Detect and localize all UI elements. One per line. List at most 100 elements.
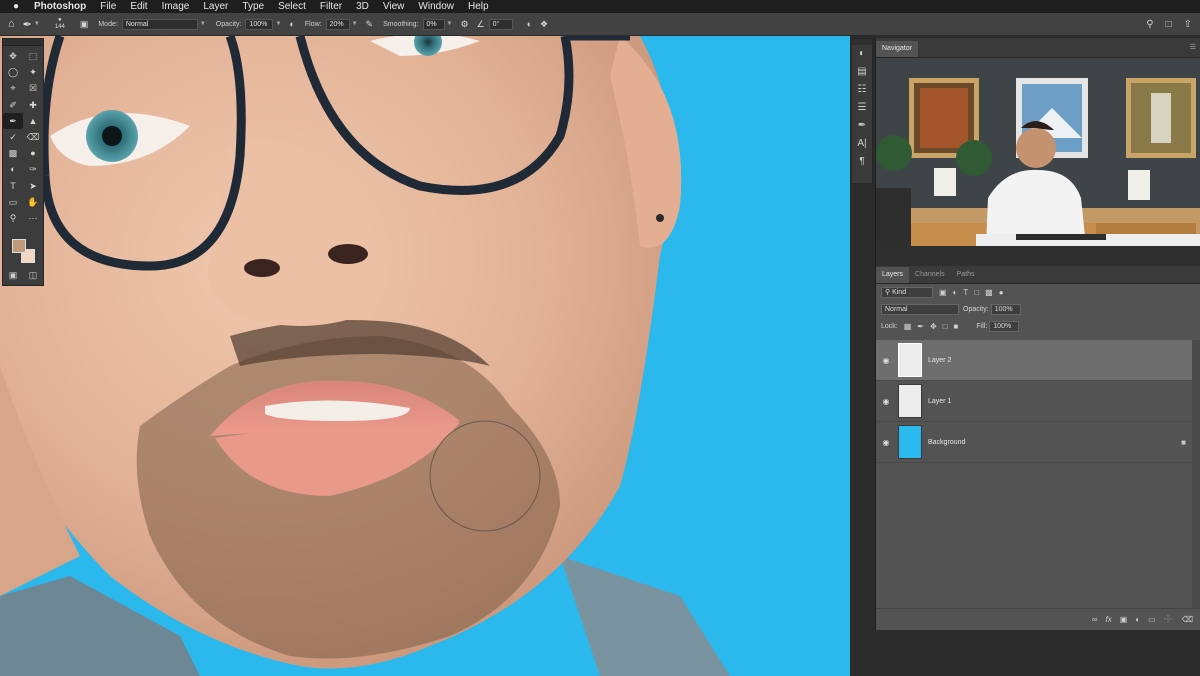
filter-smart-object-icon[interactable]: ▩ — [985, 288, 993, 297]
smoothing-field[interactable]: 0% — [422, 18, 445, 30]
menu-help[interactable]: Help — [468, 1, 489, 12]
paragraph-panel-icon[interactable]: ¶ — [852, 153, 872, 171]
lock-transparent-icon[interactable]: ▦ — [904, 322, 912, 331]
menu-select[interactable]: Select — [278, 1, 306, 12]
filter-kind-select[interactable]: ⚲ Kind — [881, 287, 933, 298]
new-layer-icon[interactable]: ➕ — [1164, 615, 1174, 624]
blend-mode-select[interactable]: Normal — [881, 304, 959, 315]
trash-icon[interactable]: ⌫ — [1182, 615, 1193, 624]
screen-mode-icon[interactable]: ◫ — [29, 270, 38, 281]
clone-stamp-tool-icon[interactable]: ▲ — [23, 113, 43, 129]
brush-tool-icon[interactable]: ✒ — [3, 112, 23, 129]
lock-image-icon[interactable]: ✒ — [917, 322, 924, 331]
quick-mask-icon[interactable]: ▣ — [9, 270, 18, 281]
menu-image[interactable]: Image — [162, 1, 190, 12]
visibility-eye-icon[interactable]: ◉ — [876, 397, 896, 406]
history-brush-tool-icon[interactable]: ✓ — [3, 129, 23, 145]
layer-row-background[interactable]: ◉ Background ■ — [876, 422, 1192, 463]
opacity-field[interactable]: 100% — [245, 18, 274, 30]
visibility-eye-icon[interactable]: ◉ — [876, 356, 896, 365]
gear-icon[interactable]: ⚙ — [460, 19, 468, 30]
layer-style-icon[interactable]: fx — [1106, 615, 1112, 624]
adjustments-panel-icon[interactable]: ☷ — [852, 81, 872, 99]
magic-wand-tool-icon[interactable]: ✦ — [23, 64, 43, 80]
chevron-down-icon[interactable]: ▼ — [34, 21, 40, 27]
new-group-icon[interactable]: ▭ — [1148, 615, 1156, 624]
filter-shape-icon[interactable]: □ — [974, 288, 979, 297]
brush-tool-icon[interactable]: ✒ — [23, 18, 32, 31]
adjustment-layer-icon[interactable]: ◐ — [1135, 615, 1140, 624]
rectangle-tool-icon[interactable]: ▭ — [3, 194, 23, 210]
search-icon[interactable]: ⚲ — [1146, 19, 1153, 30]
menu-filter[interactable]: Filter — [320, 1, 342, 12]
layer-mask-icon[interactable]: ▣ — [1120, 615, 1128, 624]
pressure-size-icon[interactable]: ◐ — [527, 19, 532, 29]
menu-window[interactable]: Window — [418, 1, 454, 12]
frame-tool-icon[interactable]: ☒ — [23, 80, 43, 96]
menu-type[interactable]: Type — [242, 1, 264, 12]
menu-3d[interactable]: 3D — [356, 1, 369, 12]
brush-panel-icon[interactable]: ✒ — [852, 117, 872, 135]
layer-row-layer-2[interactable]: ◉ Layer 2 — [876, 340, 1192, 381]
filter-pixel-icon[interactable]: ▣ — [939, 288, 947, 297]
more-tools-icon[interactable]: ⋯ — [23, 210, 43, 226]
foreground-color-swatch[interactable] — [12, 239, 26, 253]
flow-field[interactable]: 20% — [325, 18, 350, 30]
airbrush-icon[interactable]: ✎ — [366, 19, 374, 30]
color-panel-icon[interactable]: ◐ — [852, 45, 872, 63]
lock-all-icon[interactable]: ■ — [954, 322, 959, 331]
brush-preset-picker[interactable]: ● 144 — [48, 17, 72, 31]
path-selection-tool-icon[interactable]: ➤ — [23, 178, 43, 194]
menu-layer[interactable]: Layer — [203, 1, 228, 12]
type-tool-icon[interactable]: T — [3, 178, 23, 194]
chevron-down-icon[interactable]: ▼ — [275, 21, 281, 27]
fill-field[interactable]: 100% — [989, 321, 1020, 332]
blur-tool-icon[interactable]: ● — [23, 145, 43, 161]
pen-tool-icon[interactable]: ✑ — [23, 161, 43, 177]
layer-row-layer-1[interactable]: ◉ Layer 1 — [876, 381, 1192, 422]
dodge-tool-icon[interactable]: ◐ — [3, 161, 23, 177]
chevron-down-icon[interactable]: ▼ — [447, 21, 453, 27]
filter-toggle-icon[interactable]: ● — [999, 288, 1004, 297]
gradient-tool-icon[interactable]: ▩ — [3, 145, 23, 161]
symmetry-icon[interactable]: ❖ — [540, 19, 548, 30]
layers-scrollbar[interactable] — [1192, 340, 1200, 630]
angle-field[interactable]: 0° — [488, 18, 513, 30]
document-canvas[interactable] — [0, 36, 850, 676]
lock-position-icon[interactable]: ✥ — [930, 322, 937, 331]
lasso-tool-icon[interactable]: ◯ — [3, 64, 23, 80]
filter-adjustment-icon[interactable]: ◐ — [953, 288, 958, 297]
tab-navigator[interactable]: Navigator — [876, 41, 918, 57]
visibility-eye-icon[interactable]: ◉ — [876, 438, 896, 447]
tools-panel-grip[interactable] — [3, 39, 43, 46]
healing-brush-tool-icon[interactable]: ✚ — [23, 97, 43, 113]
link-layers-icon[interactable]: ∞ — [1092, 615, 1098, 624]
home-icon[interactable]: ⌂ — [8, 18, 15, 30]
apple-icon[interactable]: ● — [10, 1, 22, 12]
navigator-preview[interactable] — [876, 58, 1200, 246]
workspace-icon[interactable]: □ — [1166, 19, 1172, 30]
lock-artboard-icon[interactable]: □ — [943, 322, 948, 331]
move-tool-icon[interactable]: ✥ — [3, 48, 23, 64]
character-panel-icon[interactable]: A| — [852, 135, 872, 153]
eyedropper-tool-icon[interactable]: ✐ — [3, 97, 23, 113]
brush-settings-icon[interactable]: ▣ — [80, 19, 89, 30]
marquee-tool-icon[interactable]: ⬚ — [23, 48, 43, 64]
navigator-menu-icon[interactable]: ☰ — [1190, 43, 1196, 51]
histogram-panel-icon[interactable]: ▤ — [852, 63, 872, 81]
eraser-tool-icon[interactable]: ⌫ — [23, 129, 43, 145]
menu-edit[interactable]: Edit — [130, 1, 147, 12]
mode-select[interactable]: Normal — [121, 18, 198, 30]
tab-channels[interactable]: Channels — [909, 267, 951, 283]
share-icon[interactable]: ⇧ — [1184, 19, 1192, 30]
hand-tool-icon[interactable]: ✋ — [23, 194, 43, 210]
chevron-down-icon[interactable]: ▼ — [200, 21, 206, 27]
layer-opacity-field[interactable]: 100% — [990, 304, 1021, 315]
chevron-down-icon[interactable]: ▼ — [352, 21, 358, 27]
menu-app-name[interactable]: Photoshop — [34, 1, 86, 12]
pressure-opacity-icon[interactable]: ◐ — [289, 19, 294, 29]
zoom-tool-icon[interactable]: ⚲ — [3, 210, 23, 226]
tab-paths[interactable]: Paths — [951, 267, 981, 283]
menu-file[interactable]: File — [100, 1, 116, 12]
tab-layers[interactable]: Layers — [876, 267, 910, 283]
